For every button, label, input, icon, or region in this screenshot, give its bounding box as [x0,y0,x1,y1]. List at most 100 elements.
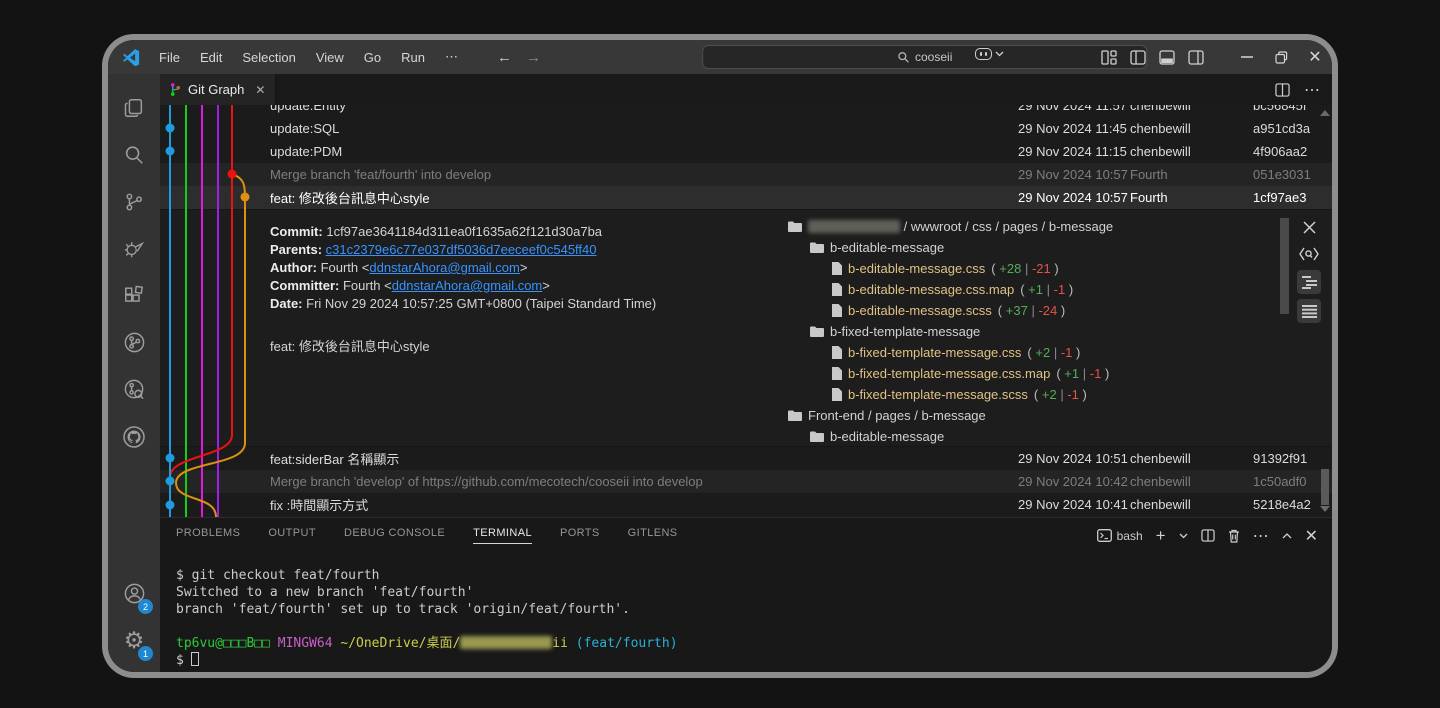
file-tree-scrollbar[interactable] [1280,218,1289,442]
commit-author: chenbewill [1130,121,1253,136]
panel-more-actions-icon[interactable]: ⋯ [1253,526,1269,546]
run-debug-icon[interactable] [110,225,158,272]
tree-file-row[interactable]: b-fixed-template-message.css.map ( +1 | … [788,363,1274,384]
toggle-sidebar-icon[interactable] [1130,50,1146,65]
explorer-icon[interactable] [110,84,158,131]
nav-back-icon[interactable]: ← [497,49,512,66]
tab-debug-console[interactable]: DEBUG CONSOLE [344,527,445,544]
terminal-line: Switched to a new branch 'feat/fourth' [176,585,473,600]
commit-row[interactable]: update:SQL 29 Nov 2024 11:45 chenbewill … [160,117,1332,140]
settings-gear-icon[interactable]: ⚙ 1 [110,617,158,664]
git-graph-view: update:Entity 29 Nov 2024 11:57 chenbewi… [160,105,1332,517]
menu-edit[interactable]: Edit [191,46,231,69]
parent-hash-link[interactable]: c31c2379e6c77e037df5036d7eeceef0c545ff40 [326,242,597,257]
extensions-icon[interactable] [110,272,158,319]
file-icon [832,283,842,296]
commit-row-selected[interactable]: feat: 修改後台訊息中心style 29 Nov 2024 10:57 Fo… [160,186,1332,209]
tab-problems[interactable]: PROBLEMS [176,527,240,544]
commit-full-hash: 1cf97ae3641184d311ea0f1635a62f121d30a7ba [326,224,602,239]
tree-folder-row[interactable]: b-fixed-template-message [788,321,1274,342]
folder-icon [788,221,802,232]
terminal-icon [1097,529,1112,542]
toggle-secondary-sidebar-icon[interactable] [1188,50,1204,65]
accounts-icon[interactable]: 2 [110,570,158,617]
commit-row[interactable]: fix :時間顯示方式 29 Nov 2024 10:41 chenbewill… [160,493,1332,516]
menu-view[interactable]: View [307,46,353,69]
tree-folder-row[interactable]: b-editable-message [788,426,1274,447]
commit-row-merge[interactable]: Merge branch 'develop' of https://github… [160,470,1332,493]
tab-output[interactable]: OUTPUT [268,527,316,544]
editor-scrollbar[interactable] [1318,105,1332,517]
author-email-link[interactable]: ddnstarAhora@gmail.com [369,260,519,275]
scroll-down-icon[interactable] [1320,506,1330,512]
split-editor-icon[interactable] [1275,83,1290,97]
source-control-icon[interactable] [110,178,158,225]
menu-selection[interactable]: Selection [233,46,304,69]
commit-message: update:Entity [160,105,1018,113]
commit-author: chenbewill [1130,451,1253,466]
folder-icon [788,410,802,421]
git-graph-view-icon[interactable] [110,319,158,366]
commit-row[interactable]: update:PDM 29 Nov 2024 11:15 chenbewill … [160,140,1332,163]
tree-file-row[interactable]: b-editable-message.scss ( +37 | -24 ) [788,300,1274,321]
commit-date: 29 Nov 2024 11:15 [1018,144,1130,159]
commit-body: feat: 修改後台訊息中心style [270,336,656,355]
chevron-down-icon [995,51,1004,57]
commit-message: update:PDM [160,144,1018,159]
copilot-button[interactable] [975,48,1004,60]
menu-file[interactable]: File [150,46,189,69]
tab-close-icon[interactable]: ✕ [255,83,265,97]
tab-gitlens[interactable]: GITLENS [628,527,678,544]
tree-file-row[interactable]: b-fixed-template-message.scss ( +2 | -1 … [788,384,1274,405]
commit-row[interactable]: update:Entity 29 Nov 2024 11:57 chenbewi… [160,105,1332,117]
commit-author: chenbewill [1130,474,1253,489]
maximize-panel-icon[interactable] [1282,533,1292,539]
menu-go[interactable]: Go [355,46,390,69]
kill-terminal-trash-icon[interactable] [1228,529,1240,543]
tree-folder-row[interactable]: b-editable-message [788,237,1274,258]
nav-forward-icon[interactable]: → [526,49,541,66]
tab-ports[interactable]: PORTS [560,527,600,544]
github-icon[interactable] [110,413,158,460]
toggle-panel-icon[interactable] [1159,50,1175,65]
search-sidebar-icon[interactable] [110,131,158,178]
terminal-output[interactable]: $ git checkout feat/fourth Switched to a… [160,553,1332,672]
close-window-button[interactable]: ✕ [1298,40,1332,74]
tree-file-row[interactable]: b-editable-message.css.map ( +1 | -1 ) [788,279,1274,300]
editor-more-actions-icon[interactable]: ⋯ [1304,80,1320,100]
scrollbar-thumb[interactable] [1321,469,1329,505]
menu-run[interactable]: Run [392,46,434,69]
commit-hash: 5218e4a2 [1253,497,1318,512]
tree-folder-row[interactable]: / wwwroot / css / pages / b-message [788,216,1274,237]
scroll-up-icon[interactable] [1320,110,1330,116]
committer-email-link[interactable]: ddnstarAhora@gmail.com [392,278,542,293]
split-terminal-icon[interactable] [1201,529,1215,542]
commit-row[interactable]: feat:siderBar 名稱顯示 29 Nov 2024 10:51 che… [160,447,1332,470]
tab-git-graph[interactable]: Git Graph ✕ [160,74,276,105]
tree-file-row[interactable]: b-editable-message.css ( +28 | -21 ) [788,258,1274,279]
shell-selector[interactable]: bash [1097,529,1143,543]
commit-row-merge[interactable]: Merge branch 'feat/fourth' into develop … [160,163,1332,186]
commit-message: Merge branch 'develop' of https://github… [160,474,1018,489]
restore-button[interactable] [1264,40,1298,74]
prompt-env: MINGW64 [278,636,333,651]
tree-file-row[interactable]: b-fixed-template-message.css ( +2 | -1 ) [788,342,1274,363]
command-center-search[interactable]: cooseii [702,45,1147,69]
close-panel-icon[interactable]: ✕ [1305,526,1318,546]
changed-files-tree: / wwwroot / css / pages / b-message b-ed… [788,216,1274,447]
commit-hash: 4f906aa2 [1253,144,1318,159]
commit-author: chenbewill [1130,105,1253,113]
vscode-window: File Edit Selection View Go Run ⋯ ← → co… [108,40,1332,672]
tab-terminal[interactable]: TERMINAL [473,527,532,544]
terminal-dropdown-icon[interactable] [1179,533,1188,539]
commit-message: update:SQL [160,121,1018,136]
gitlens-inspect-icon[interactable] [110,366,158,413]
file-icon [832,388,842,401]
tree-folder-row[interactable]: Front-end / pages / b-message [788,405,1274,426]
minimize-button[interactable] [1230,40,1264,74]
date-label: Date: [270,296,303,311]
new-terminal-icon[interactable]: + [1156,526,1166,546]
menu-more[interactable]: ⋯ [436,45,467,69]
customize-layout-icon[interactable] [1101,50,1117,65]
file-icon [832,262,842,275]
